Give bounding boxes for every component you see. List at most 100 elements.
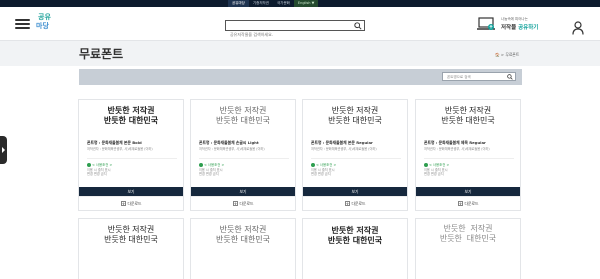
preview-line-1: 반듯한 저작권 — [443, 225, 493, 234]
usage-label: < 사용조건 > — [429, 163, 450, 167]
search-input[interactable] — [226, 30, 352, 39]
usage-conditions: < 사용조건 > — [199, 162, 224, 167]
font-card[interactable]: 반듯한 저작권 반듯한 대한민국 — [302, 218, 408, 279]
font-name: 폰트명 : 문화재돌봄체 손글씨 Light — [199, 140, 259, 145]
font-preview: 반듯한 저작권 반듯한 대한민국 — [416, 219, 520, 255]
logo-line-2: 마당 — [36, 21, 49, 30]
usage-badge-icon — [424, 163, 428, 167]
tab-national-culture[interactable]: 국가문화 — [273, 0, 294, 7]
font-card[interactable]: 반듯한 저작권 반듯한 대한민국 — [78, 218, 184, 279]
font-meta: 폰트명 : 문화재돌봄체 본문 Bold 저작권자 : 문화체육관광부, 사)세… — [87, 140, 179, 151]
font-owner: 저작권자 : 문화체육관광부, 사)세계로돌봄 (이하) — [87, 147, 153, 151]
preview-line-1: 반듯한 저작권 — [107, 225, 155, 234]
font-owner: 저작권자 : 문화체육관광부, 사)세계로돌봄 (이하) — [199, 147, 265, 151]
breadcrumb[interactable]: 🏠 > 무료폰트 — [495, 52, 519, 58]
download-button[interactable]: 다운로드 — [303, 196, 407, 210]
preview-line-2: 반듯한 대한민국 — [215, 116, 271, 125]
font-name: 폰트명 : 문화재돌봄체 본문 Bold — [87, 140, 142, 145]
usage-detail: 이용 시 출처 표시 변경 변경 금지 — [199, 168, 223, 177]
usage-detail-line: 변경 변경 금지 — [87, 172, 107, 177]
usage-detail-line: 변경 변경 금지 — [424, 172, 444, 177]
divider — [424, 158, 514, 159]
global-search — [225, 20, 365, 39]
divider — [311, 158, 401, 159]
page-title: 무료폰트 — [79, 47, 124, 61]
font-owner: 저작권자 : 문화체육관광부, 사)세계로돌봄 (이하) — [311, 147, 377, 151]
download-icon — [120, 201, 126, 206]
font-card[interactable]: 반듯한 저작권 반듯한 대한민국 폰트명 : 문화재돌봄체 본문 Regular… — [302, 99, 408, 211]
download-label: 다운로드 — [351, 201, 366, 206]
font-preview: 반듯한 저작권 반듯한 대한민국 — [303, 219, 407, 255]
preview-line-1: 반듯한 저작권 — [331, 225, 379, 235]
usage-detail: 이용 시 출처 표시 변경 변경 금지 — [87, 168, 111, 177]
usage-label: < 사용조건 > — [204, 163, 225, 167]
usage-label: < 사용조건 > — [92, 163, 113, 167]
download-label: 다운로드 — [127, 201, 142, 206]
download-button[interactable]: 다운로드 — [191, 196, 295, 210]
font-card[interactable]: 반듯한 저작권 반듯한 대한민국 폰트명 : 문화재돌봄체 제목 Regular… — [415, 99, 521, 211]
page-titlebar: 무료폰트 🏠 > 무료폰트 — [0, 40, 600, 66]
preview-line-2: 반듯한 대한민국 — [104, 235, 158, 244]
usage-detail: 이용 시 출처 표시 변경 변경 금지 — [311, 168, 335, 177]
share-works-link[interactable]: 나눔속에 피어나는 저작물 공유하기 — [477, 15, 547, 37]
view-button[interactable]: 보기 — [191, 187, 295, 196]
usage-label: < 사용조건 > — [316, 163, 337, 167]
view-button[interactable]: 보기 — [416, 187, 520, 196]
preview-line-1: 반듯한 저작권 — [331, 106, 379, 115]
font-name: 폰트명 : 문화재돌봄체 본문 Regular — [311, 140, 373, 145]
view-button[interactable]: 보기 — [303, 187, 407, 196]
site-logo[interactable]: 공유 마당 — [36, 12, 58, 36]
font-preview: 반듯한 저작권 반듯한 대한민국 — [79, 219, 183, 255]
user-icon[interactable] — [572, 21, 584, 35]
font-meta: 폰트명 : 문화재돌봄체 본문 Regular 저작권자 : 문화체육관광부, … — [311, 140, 403, 151]
usage-detail: 이용 시 출처 표시 변경 변경 금지 — [424, 168, 448, 177]
chevron-right-icon — [2, 147, 5, 153]
font-meta: 폰트명 : 문화재돌봄체 손글씨 Light 저작권자 : 문화체육관광부, 사… — [199, 140, 291, 151]
font-card[interactable]: 반듯한 저작권 반듯한 대한민국 — [190, 218, 296, 279]
laptop-upload-icon — [477, 17, 495, 30]
divider — [87, 158, 177, 159]
usage-badge-icon — [87, 163, 91, 167]
font-card[interactable]: 반듯한 저작권 반듯한 대한민국 폰트명 : 문화재돌봄체 손글씨 Light … — [190, 99, 296, 211]
download-button[interactable]: 다운로드 — [416, 196, 520, 210]
usage-badge-icon — [311, 163, 315, 167]
preview-line-2: 반듯한 대한민국 — [441, 116, 495, 125]
usage-detail-line: 변경 변경 금지 — [199, 172, 219, 177]
divider — [199, 158, 289, 159]
usage-conditions: < 사용조건 > — [311, 162, 336, 167]
top-nav-tabs: 공유마당 기증저작권 국가문화 English ▼ — [228, 0, 319, 7]
share-title: 저작물 공유하기 — [501, 23, 538, 31]
font-search-box[interactable]: 폰트명으로 검색 — [442, 72, 516, 81]
preview-line-1: 반듯한 저작권 — [219, 225, 267, 234]
usage-badge-icon — [199, 163, 203, 167]
preview-line-2: 반듯한 대한민국 — [328, 116, 382, 125]
font-preview: 반듯한 저작권 반듯한 대한민국 — [79, 100, 183, 136]
download-icon — [457, 201, 463, 206]
tab-donation[interactable]: 기증저작권 — [249, 0, 273, 7]
download-button[interactable]: 다운로드 — [79, 196, 183, 210]
font-preview: 반듯한 저작권 반듯한 대한민국 — [191, 219, 295, 255]
download-label: 다운로드 — [464, 201, 479, 206]
usage-conditions: < 사용조건 > — [87, 162, 112, 167]
language-select[interactable]: English ▼ — [293, 0, 319, 7]
font-search-placeholder: 폰트명으로 검색 — [447, 75, 471, 79]
download-icon — [344, 201, 350, 206]
search-icon[interactable] — [507, 74, 513, 80]
menu-icon[interactable] — [15, 19, 30, 29]
usage-conditions: < 사용조건 > — [424, 162, 449, 167]
font-preview: 반듯한 저작권 반듯한 대한민국 — [416, 100, 520, 136]
font-card[interactable]: 반듯한 저작권 반듯한 대한민국 폰트명 : 문화재돌봄체 본문 Bold 저작… — [78, 99, 184, 211]
font-name: 폰트명 : 문화재돌봄체 제목 Regular — [424, 140, 486, 145]
tab-gongyu-madang[interactable]: 공유마당 — [228, 0, 249, 7]
font-meta: 폰트명 : 문화재돌봄체 제목 Regular 저작권자 : 문화체육관광부, … — [424, 140, 516, 151]
view-button[interactable]: 보기 — [79, 187, 183, 196]
font-preview: 반듯한 저작권 반듯한 대한민국 — [191, 100, 295, 136]
preview-line-2: 반듯한 대한민국 — [439, 235, 497, 244]
preview-line-2: 반듯한 대한민국 — [327, 235, 383, 245]
search-icon[interactable] — [354, 22, 362, 30]
side-panel-toggle[interactable] — [0, 136, 7, 164]
font-card[interactable]: 반듯한 저작권 반듯한 대한민국 — [415, 218, 521, 279]
preview-line-2: 반듯한 대한민국 — [103, 116, 159, 125]
font-preview: 반듯한 저작권 반듯한 대한민국 — [303, 100, 407, 136]
share-title-a: 저작물 — [501, 25, 517, 31]
